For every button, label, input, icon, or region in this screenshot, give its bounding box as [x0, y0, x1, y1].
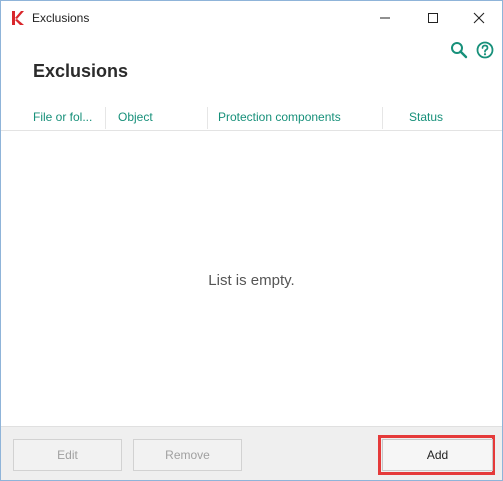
- minimize-button[interactable]: [362, 1, 408, 35]
- add-button[interactable]: Add: [382, 439, 493, 471]
- remove-button[interactable]: Remove: [133, 439, 242, 471]
- close-button[interactable]: [456, 1, 502, 35]
- column-divider[interactable]: [105, 107, 106, 129]
- exclusions-list[interactable]: List is empty.: [1, 132, 502, 426]
- maximize-button[interactable]: [410, 1, 456, 35]
- column-header-object[interactable]: Object: [118, 110, 153, 124]
- column-divider[interactable]: [207, 107, 208, 129]
- minimize-icon: [380, 17, 390, 19]
- empty-list-message: List is empty.: [208, 272, 295, 289]
- exclusions-window: Exclusions Exclusions File or fol... Obj…: [0, 0, 503, 481]
- footer-bar: Edit Remove Add: [1, 426, 502, 480]
- table-header: File or fol... Object Protection compone…: [1, 107, 502, 131]
- edit-button[interactable]: Edit: [13, 439, 122, 471]
- search-icon[interactable]: [450, 41, 468, 59]
- column-divider[interactable]: [382, 107, 383, 129]
- close-icon: [473, 12, 485, 24]
- page-title: Exclusions: [33, 61, 129, 81]
- maximize-icon: [428, 13, 438, 23]
- help-icon[interactable]: [476, 41, 494, 59]
- column-header-protection-components[interactable]: Protection components: [218, 110, 341, 124]
- window-title: Exclusions: [32, 11, 90, 25]
- title-bar[interactable]: Exclusions: [1, 1, 502, 35]
- column-header-status[interactable]: Status: [409, 110, 443, 124]
- kaspersky-logo-icon: [12, 11, 24, 25]
- column-header-file-or-folder[interactable]: File or fol...: [33, 110, 92, 124]
